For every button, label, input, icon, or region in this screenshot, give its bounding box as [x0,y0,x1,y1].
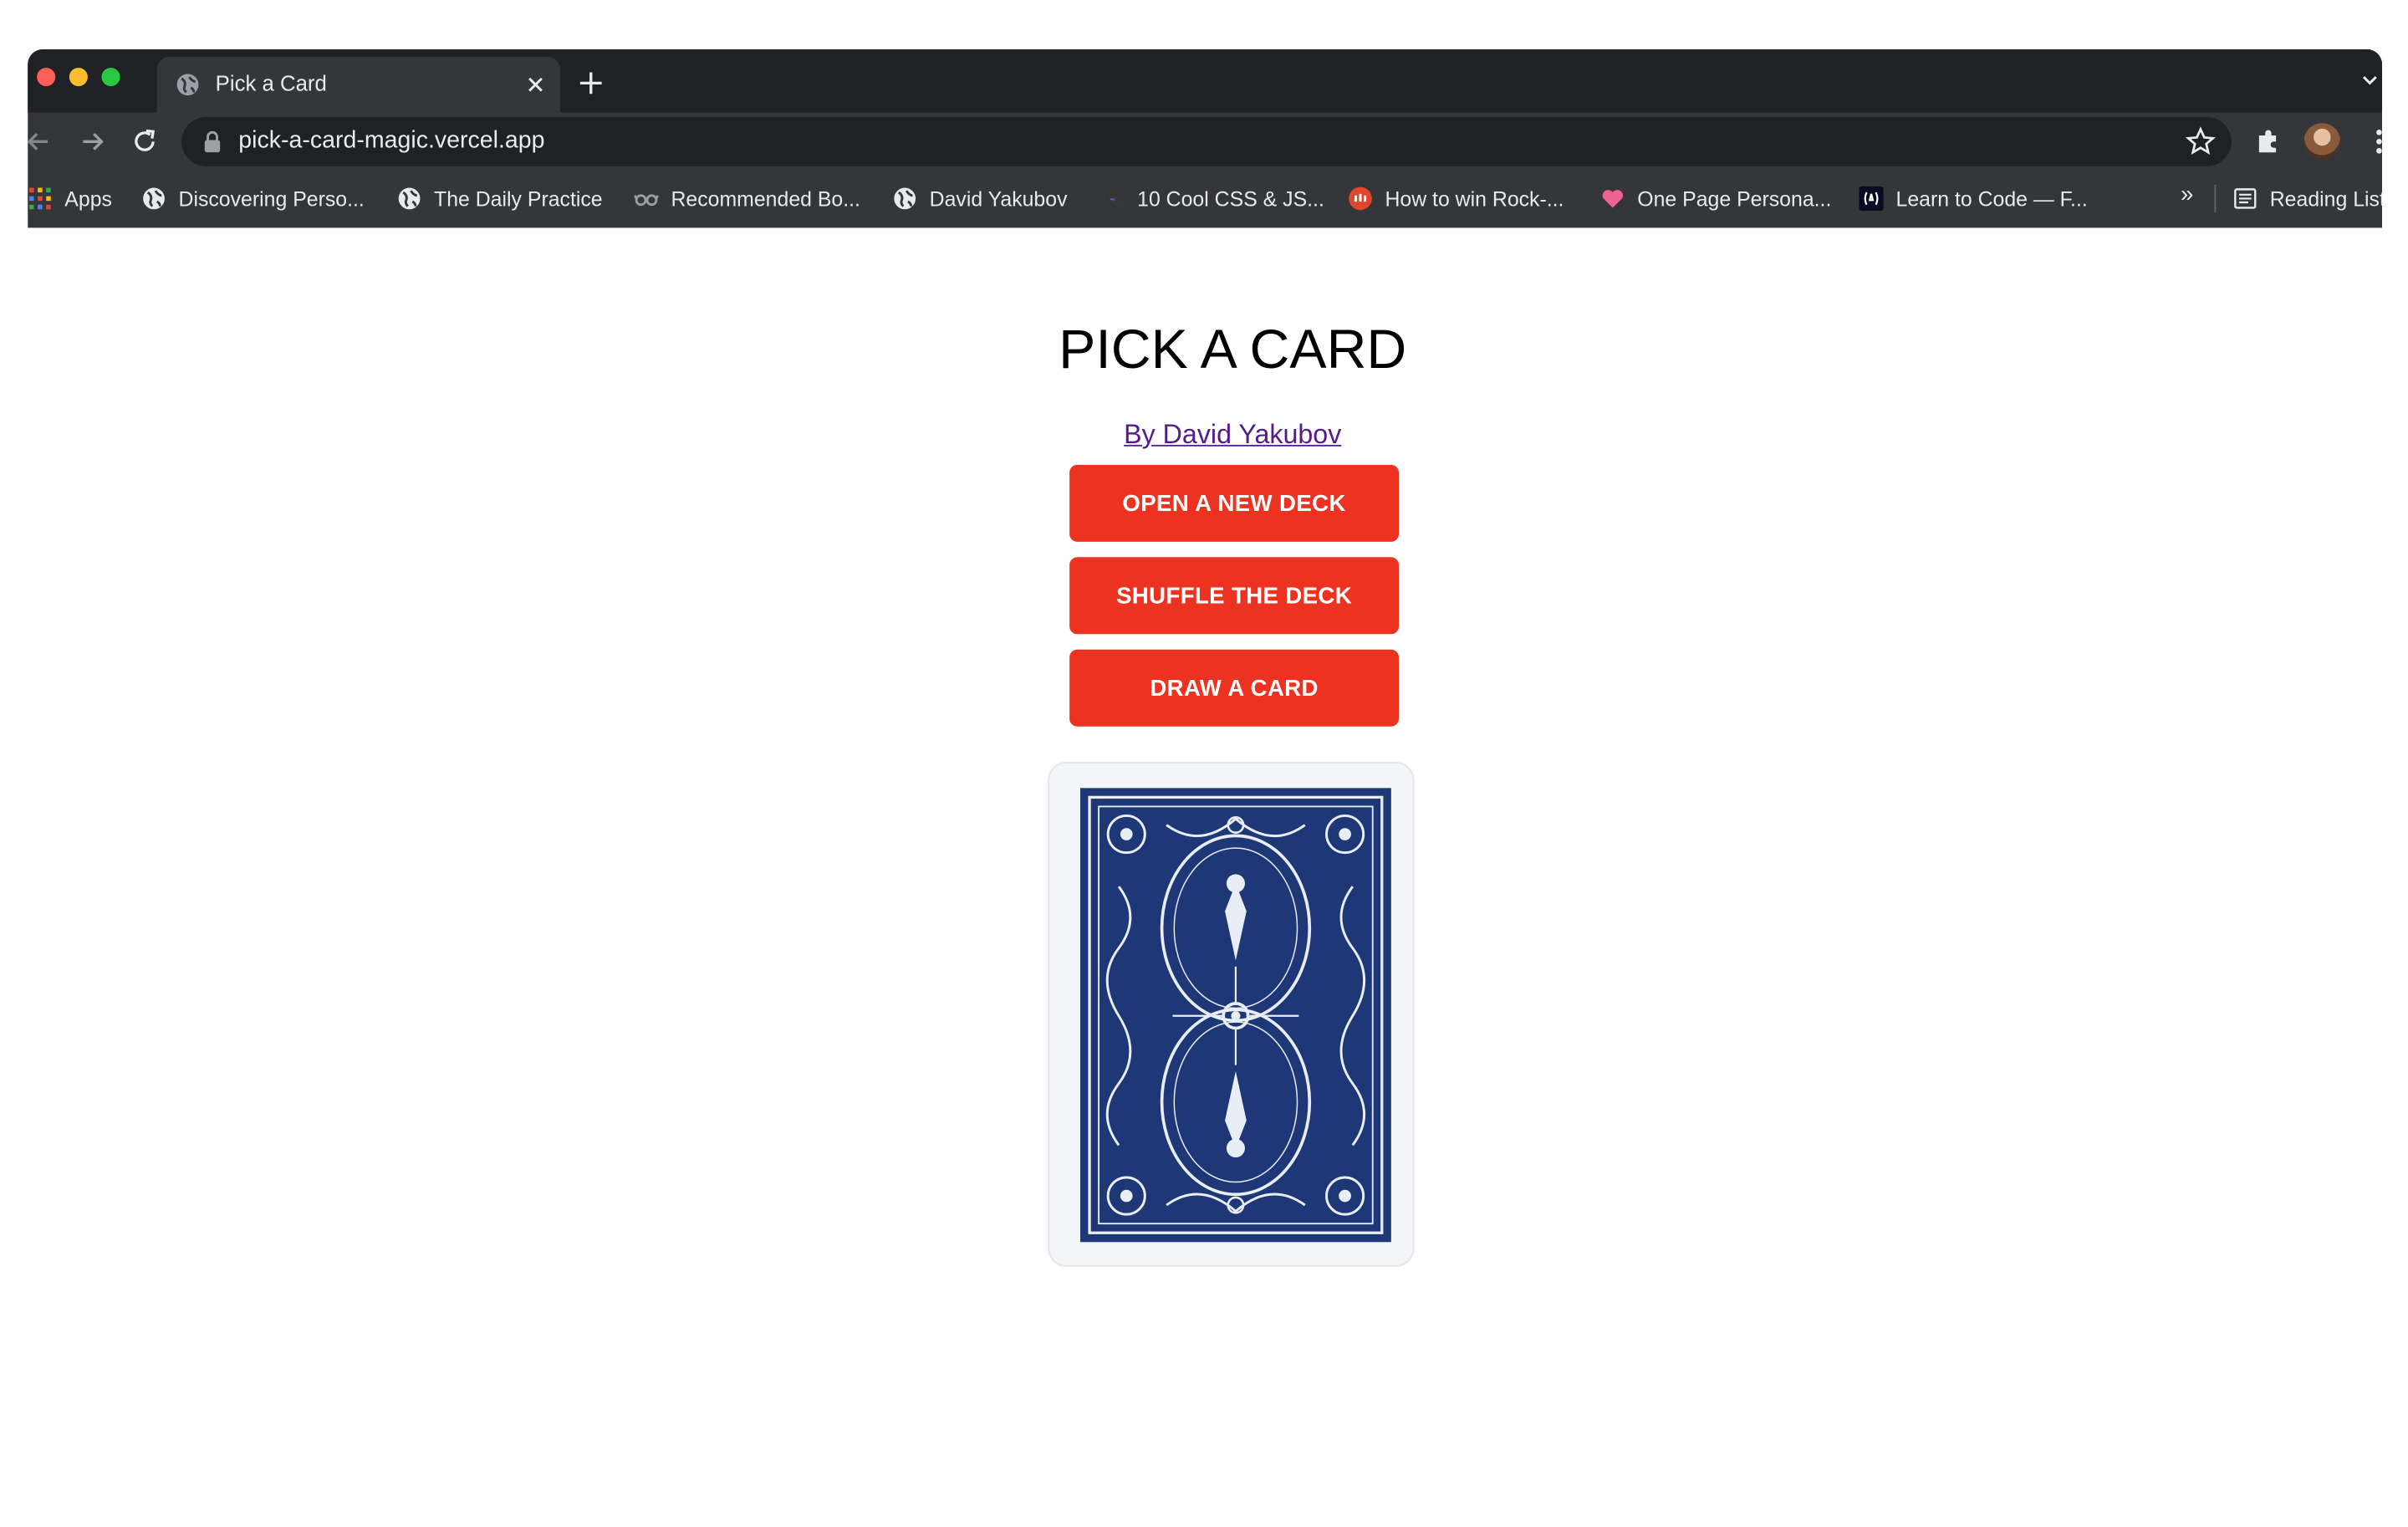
profile-avatar[interactable] [2303,123,2341,161]
bookmark-discovering[interactable]: Discovering Perso... [141,183,365,214]
new-tab-icon[interactable] [577,69,605,97]
bookmarks-overflow-chevron[interactable]: » [2181,181,2193,207]
heart-icon [1602,190,1624,208]
address-bar[interactable]: pick-a-card-magic.vercel.app [181,116,2232,166]
tab-strip: Pick a Card [28,49,2383,113]
shuffle-deck-button[interactable]: SHUFFLE THE DECK [1069,557,1400,635]
maximize-window-icon[interactable] [101,67,120,87]
draw-card-button[interactable]: DRAW A CARD [1069,649,1400,727]
active-tab[interactable]: Pick a Card [156,57,560,113]
bookmarks-bar: Apps Discovering Perso... The Daily Prac… [28,172,2382,225]
bookmark-star-icon[interactable] [2185,126,2217,157]
red-circle-icon [1349,186,1372,211]
bookmark-cool-css[interactable]: 10 Cool CSS & JS... [1100,183,1324,214]
author-link[interactable]: By David Yakubov [1124,419,1341,450]
forward-arrow-icon[interactable] [77,126,108,157]
globe-icon [176,74,199,96]
page-content: PICK A CARD By David Yakubov OPEN A NEW … [55,277,2383,1527]
extensions-puzzle-icon[interactable] [2252,126,2283,157]
bookmark-recommended[interactable]: Recommended Bo... [634,183,860,214]
url-text: pick-a-card-magic.vercel.app [238,127,545,155]
bookmark-apps[interactable]: Apps [28,183,112,214]
browser-chrome: Pick a Card pick-a-card-magic.vercel.app… [28,49,2383,228]
reload-icon[interactable] [130,126,161,157]
globe-icon [143,187,165,210]
chevron-down-icon[interactable] [2360,71,2379,89]
minimize-window-icon[interactable] [69,67,88,87]
reading-list-icon [2234,188,2257,209]
bookmarks-divider [2214,184,2217,212]
bookmark-one-page[interactable]: One Page Persona... [1600,183,1831,214]
freecodecamp-icon [1859,186,1884,212]
lock-icon [204,130,221,153]
bookmark-rock-paper[interactable]: How to win Rock-... [1348,183,1564,214]
close-window-icon[interactable] [37,67,56,87]
globe-icon [398,187,421,210]
card-back-icon [1080,788,1391,1243]
close-tab-icon[interactable] [523,73,548,97]
back-arrow-icon[interactable] [28,126,54,157]
browser-window: Pick a Card pick-a-card-magic.vercel.app… [28,49,2383,1527]
reading-list[interactable]: Reading List [2233,183,2382,214]
bookmark-david-yakubov[interactable]: David Yakubov [892,183,1068,214]
glasses-icon [634,194,659,207]
bookmark-learn-to-code[interactable]: Learn to Code — F... [1859,183,2088,214]
more-menu-icon[interactable] [2364,126,2382,157]
tab-title: Pick a Card [215,70,327,96]
open-new-deck-button[interactable]: OPEN A NEW DECK [1069,464,1400,542]
bolt-icon [1105,189,1120,208]
byline: By David Yakubov [55,419,2382,452]
globe-icon [894,187,916,210]
page-title: PICK A CARD [1059,317,1407,380]
bookmark-daily-practice[interactable]: The Daily Practice [397,183,603,214]
playing-card[interactable] [1048,762,1415,1267]
apps-grid-icon [28,187,51,210]
